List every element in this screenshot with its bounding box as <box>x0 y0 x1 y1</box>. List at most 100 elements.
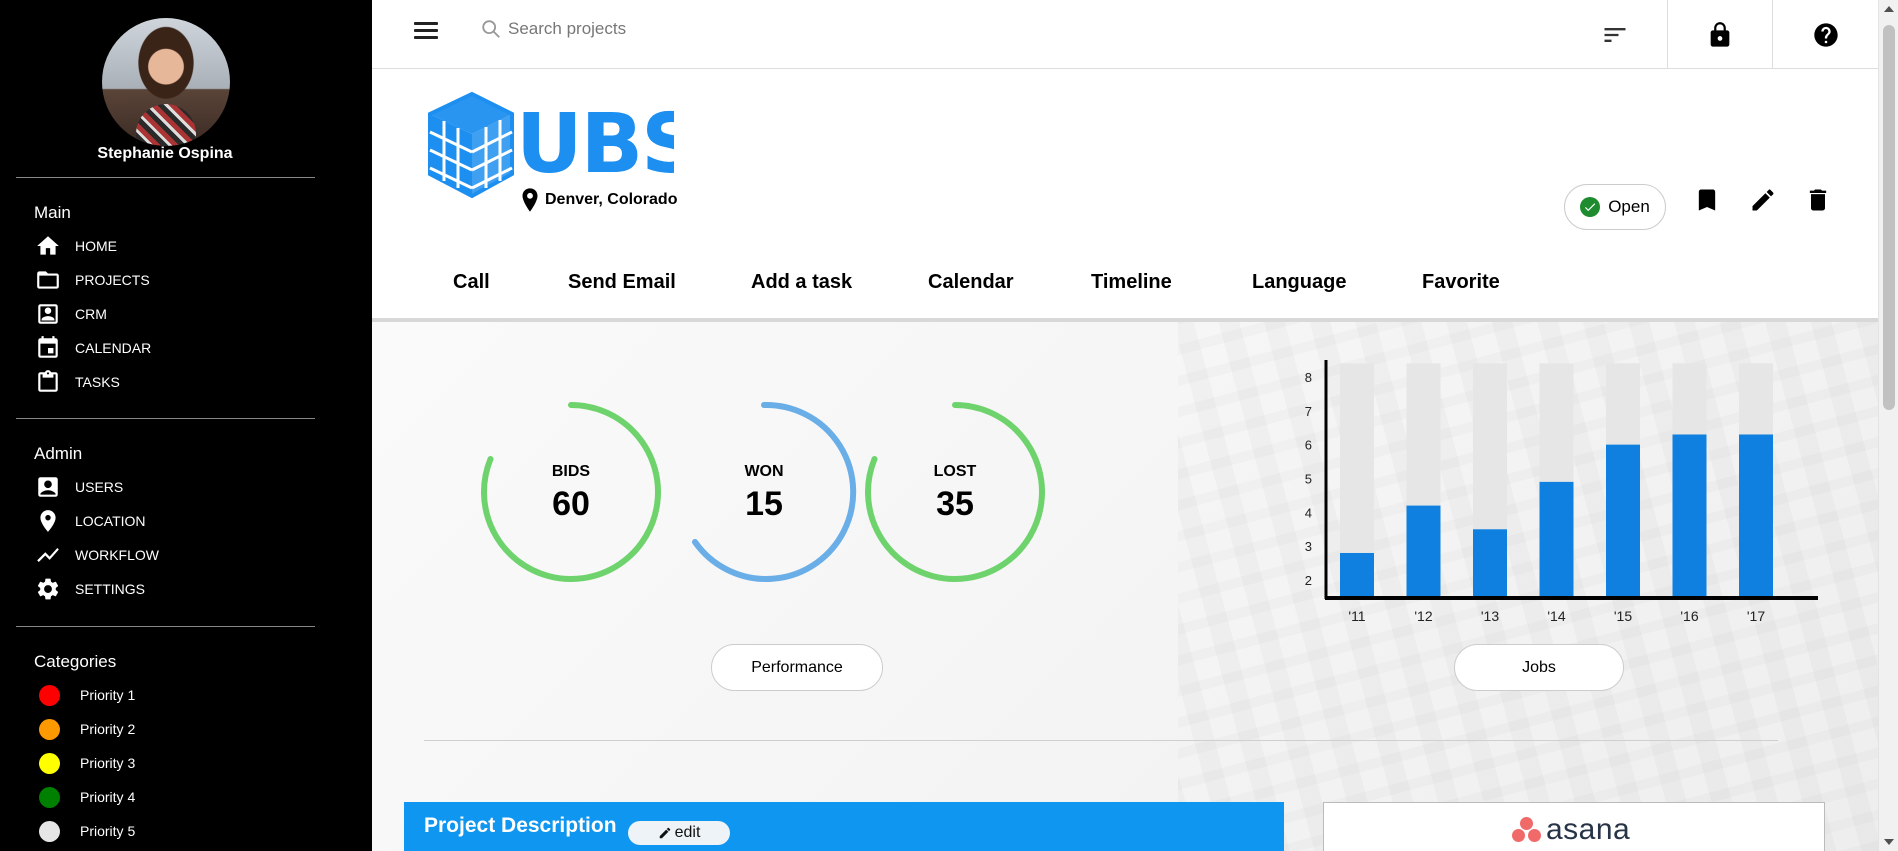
page-scrollbar[interactable] <box>1878 0 1898 851</box>
y-tick-label: 6 <box>1305 438 1312 453</box>
bar[interactable] <box>1539 481 1574 597</box>
sidebar-item-tasks[interactable]: TASKS <box>34 367 120 397</box>
priority-dot-icon <box>39 820 60 842</box>
sidebar-item-crm[interactable]: CRM <box>34 299 107 329</box>
priority-dot-icon <box>39 786 60 808</box>
sidebar-item-projects[interactable]: PROJECTS <box>34 265 150 295</box>
location-pin-icon <box>34 507 62 535</box>
bar[interactable] <box>1739 434 1773 597</box>
status-open-button[interactable]: Open <box>1564 184 1666 230</box>
tab-send-email[interactable]: Send Email <box>568 271 676 294</box>
sidebar-item-workflow[interactable]: WORKFLOW <box>34 540 159 570</box>
gear-icon <box>34 575 62 603</box>
pencil-icon <box>659 827 670 839</box>
sidebar-item-settings[interactable]: SETTINGS <box>34 574 145 604</box>
tab-add-a-task[interactable]: Add a task <box>751 271 852 294</box>
category-label: Priority 2 <box>80 721 136 737</box>
sidebar-item-label: PROJECTS <box>75 272 150 288</box>
category-priority-5[interactable]: Priority 5 <box>34 816 135 846</box>
calendar-icon <box>34 334 62 362</box>
sort-icon[interactable] <box>1562 0 1667 69</box>
x-tick-label: '15 <box>1614 608 1632 624</box>
help-icon[interactable] <box>1772 0 1878 69</box>
check-circle-icon <box>1580 197 1601 217</box>
bar[interactable] <box>1672 434 1707 597</box>
tab-language[interactable]: Language <box>1252 271 1346 294</box>
asana-logo: asana <box>1512 813 1630 847</box>
tab-timeline[interactable]: Timeline <box>1091 271 1172 294</box>
asana-integration-panel[interactable]: asana <box>1323 802 1825 851</box>
edit-description-button[interactable]: edit <box>628 821 730 845</box>
bar[interactable] <box>1606 444 1640 597</box>
folder-icon <box>34 266 62 294</box>
project-description-panel: Project Description edit <box>404 802 1284 851</box>
location-text: Denver, Colorado <box>545 191 678 208</box>
y-tick-label: 4 <box>1305 505 1312 520</box>
stat-label: LOST <box>933 463 977 480</box>
bookmark-icon[interactable] <box>1689 182 1725 218</box>
sidebar-item-home[interactable]: HOME <box>34 231 117 261</box>
sidebar-item-label: LOCATION <box>75 513 146 529</box>
project-location: Denver, Colorado <box>520 187 677 213</box>
bar[interactable] <box>1340 552 1374 597</box>
sidebar-divider <box>16 177 315 178</box>
search-input[interactable] <box>508 19 1008 39</box>
home-icon <box>34 232 62 260</box>
lock-icon[interactable] <box>1667 0 1772 69</box>
edit-icon[interactable] <box>1745 182 1781 218</box>
sidebar-item-label: TASKS <box>75 374 120 390</box>
sidebar-item-users[interactable]: USERS <box>34 472 123 502</box>
user-name: Stephanie Ospina <box>97 145 233 162</box>
category-label: Priority 3 <box>80 755 136 771</box>
jobs-button[interactable]: Jobs <box>1454 644 1624 691</box>
x-tick-label: '11 <box>1348 608 1365 624</box>
priority-dot-icon <box>39 718 60 740</box>
category-priority-4[interactable]: Priority 4 <box>34 782 135 812</box>
tab-calendar[interactable]: Calendar <box>928 271 1014 294</box>
tab-call[interactable]: Call <box>453 271 490 294</box>
section-title-categories: Categories <box>34 652 117 671</box>
sidebar-item-label: HOME <box>75 238 117 254</box>
x-tick-label: '13 <box>1481 608 1499 624</box>
sidebar-divider <box>16 418 315 419</box>
status-label: Open <box>1608 197 1650 216</box>
section-title-main: Main <box>34 203 71 222</box>
sidebar-item-label: CRM <box>75 306 107 322</box>
logo-text: UBS <box>516 97 674 192</box>
category-priority-2[interactable]: Priority 2 <box>34 714 135 744</box>
contact-icon <box>34 300 62 328</box>
y-tick-label: 5 <box>1305 472 1312 487</box>
bids-gauge: BIDS 60 <box>476 397 666 587</box>
edit-label: edit <box>674 824 701 841</box>
avatar[interactable] <box>102 18 230 146</box>
bar[interactable] <box>1406 505 1441 597</box>
sidebar-item-calendar[interactable]: CALENDAR <box>34 333 151 363</box>
trend-line-icon <box>34 541 62 569</box>
x-tick-label: '14 <box>1547 608 1565 624</box>
tab-favorite[interactable]: Favorite <box>1422 271 1500 294</box>
jobs-bar-chart: 2 3 4 5 6 7 8 '11 '12 '13 '14 '15 '16 '17 <box>1305 360 1818 624</box>
delete-icon[interactable] <box>1800 182 1836 218</box>
stat-label: WON <box>744 463 784 480</box>
performance-button[interactable]: Performance <box>711 644 883 691</box>
y-tick-label: 2 <box>1305 573 1312 588</box>
stat-label: BIDS <box>551 463 591 480</box>
category-priority-3[interactable]: Priority 3 <box>34 748 135 778</box>
y-tick-label: 7 <box>1305 404 1312 419</box>
sidebar-item-label: CALENDAR <box>75 340 152 356</box>
section-title-admin: Admin <box>34 444 83 463</box>
location-pin-icon <box>522 188 538 212</box>
sidebar-item-location[interactable]: LOCATION <box>34 506 146 536</box>
lost-gauge: LOST 35 <box>860 397 1050 587</box>
bar[interactable] <box>1473 529 1507 597</box>
action-tabs: Call Send Email Add a task Calendar Time… <box>372 255 1878 322</box>
stat-value: 15 <box>745 485 783 523</box>
category-priority-1[interactable]: Priority 1 <box>34 680 135 710</box>
x-tick-label: '17 <box>1747 608 1765 624</box>
sidebar-item-label: USERS <box>75 479 124 495</box>
scrollbar-thumb[interactable] <box>1883 25 1895 410</box>
sidebar-item-label: WORKFLOW <box>75 547 159 563</box>
category-label: Priority 1 <box>80 687 136 703</box>
search-bar <box>480 18 1080 40</box>
asana-dots-icon <box>1512 817 1542 843</box>
